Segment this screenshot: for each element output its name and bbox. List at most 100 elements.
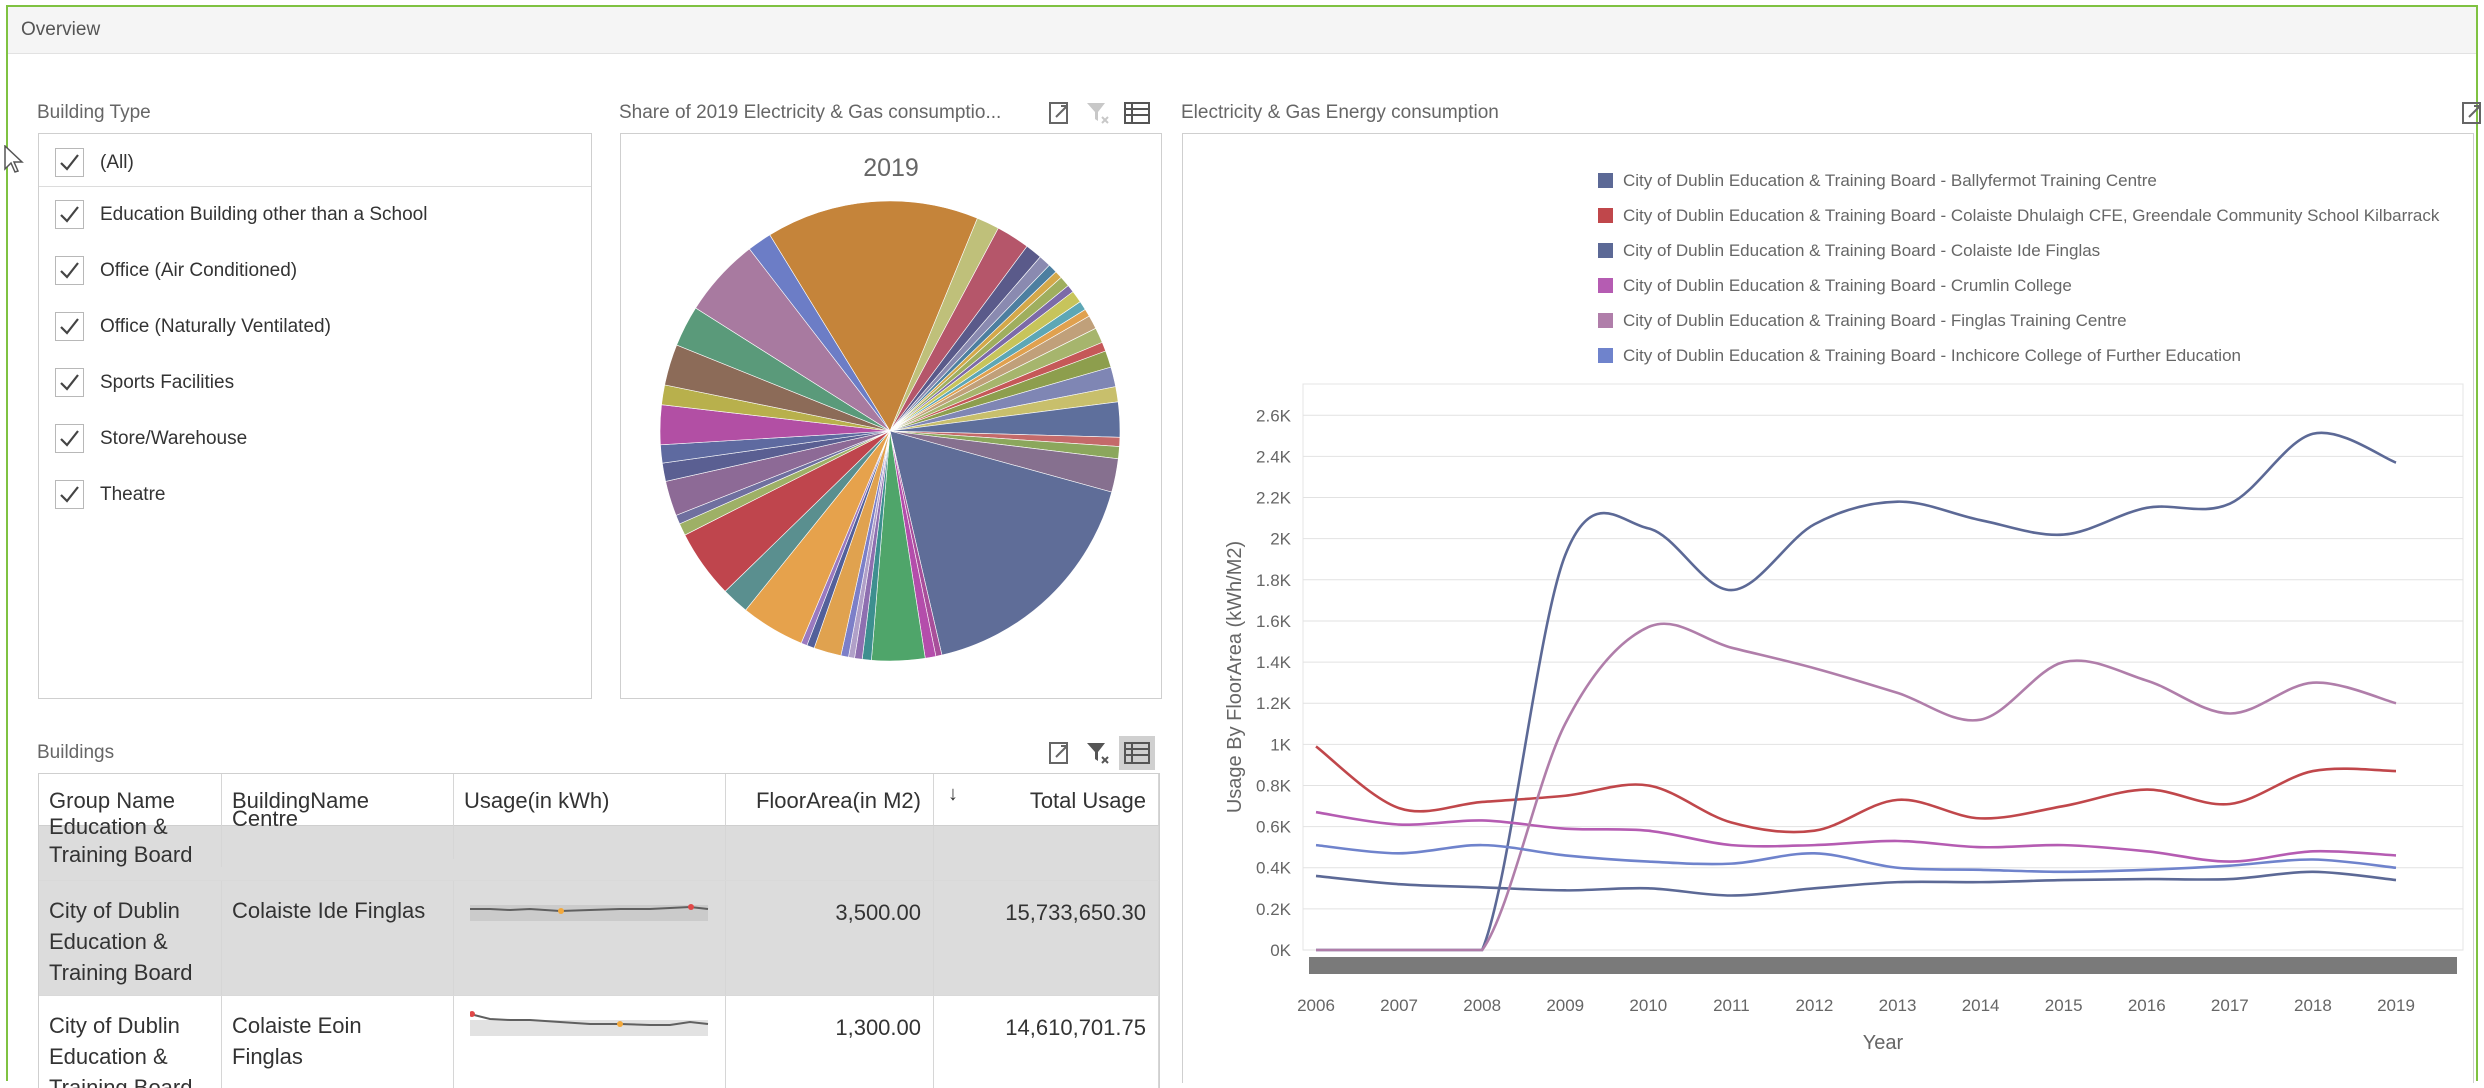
floor-area-cell [726, 826, 934, 880]
checkbox[interactable] [55, 424, 84, 453]
table-row[interactable]: Education & Training Board Centre [39, 805, 1159, 881]
clear-filter-icon[interactable] [1085, 100, 1111, 126]
legend-label: City of Dublin Education & Training Boar… [1623, 276, 2072, 295]
legend-swatch [1598, 243, 1613, 258]
multi-select-icon[interactable] [1124, 100, 1150, 126]
checkbox[interactable] [55, 256, 84, 285]
filter-item-label: Store/Warehouse [100, 428, 248, 449]
check-icon [60, 154, 79, 171]
export-icon[interactable] [1047, 100, 1073, 126]
mouse-cursor-icon [3, 144, 25, 180]
sparkline-min-marker [617, 1021, 623, 1027]
buildings-caption: Buildings [37, 742, 115, 763]
filter-item[interactable]: Store/Warehouse [39, 414, 591, 462]
checkbox[interactable] [55, 148, 84, 177]
sparkline-chart [470, 904, 709, 921]
usage-sparkline [454, 996, 726, 1088]
total-usage-cell: 15,733,650.30 [934, 881, 1159, 995]
x-tick-label: 2009 [1546, 996, 1584, 1015]
legend-label: City of Dublin Education & Training Boar… [1623, 241, 2100, 260]
x-axis-label: Year [1863, 1032, 1904, 1054]
y-tick-label: 1K [1270, 735, 1291, 754]
column-header[interactable]: Total Usage ↓ [934, 774, 1159, 826]
building-name-cell: Centre [222, 805, 454, 859]
sparkline-min-marker [558, 908, 564, 914]
x-scrollbar [1309, 957, 2457, 974]
x-tick-label: 2013 [1879, 996, 1917, 1015]
sparkline-chart [470, 1011, 709, 1036]
table-row[interactable]: City of Dublin Education & Training Boar… [39, 996, 1159, 1088]
floor-area-cell: 3,500.00 [726, 881, 934, 995]
x-tick-label: 2007 [1380, 996, 1418, 1015]
filter-item[interactable]: Theatre [39, 470, 591, 518]
x-tick-label: 2019 [2377, 996, 2415, 1015]
pie-caption: Share of 2019 Electricity & Gas consumpt… [619, 102, 1002, 123]
checkbox[interactable] [55, 368, 84, 397]
y-tick-label: 0K [1270, 941, 1291, 960]
y-tick-label: 1.8K [1256, 571, 1292, 590]
column-header[interactable]: FloorArea(in M2) [726, 774, 934, 826]
title-bar: Overview [8, 7, 2476, 54]
x-tick-label: 2018 [2294, 996, 2332, 1015]
building-type-caption: Building Type [37, 102, 151, 123]
y-tick-label: 2.4K [1256, 447, 1292, 466]
group-name-cell: City of Dublin Education & Training Boar… [39, 996, 222, 1088]
x-tick-label: 2015 [2045, 996, 2083, 1015]
filter-item-label: Education Building other than a School [100, 204, 428, 225]
series-line [1315, 870, 2397, 897]
filter-item[interactable]: Office (Naturally Ventilated) [39, 302, 591, 350]
x-tick-label: 2014 [1962, 996, 2000, 1015]
legend-swatch [1598, 173, 1613, 188]
total-usage-cell [934, 826, 1159, 880]
check-icon [60, 430, 79, 447]
multi-select-icon[interactable] [1119, 736, 1155, 770]
building-type-list[interactable]: (All) Education Building other than a Sch… [38, 133, 592, 699]
filter-item[interactable]: Education Building other than a School [39, 190, 591, 238]
table-row[interactable]: City of Dublin Education & Training Boar… [39, 881, 1159, 996]
filter-item[interactable]: (All) [39, 138, 591, 186]
pie-chart [659, 200, 1121, 662]
sparkline-max-marker [688, 904, 694, 910]
filter-item[interactable]: Sports Facilities [39, 358, 591, 406]
series-line [1316, 431, 2397, 952]
checkbox[interactable] [55, 200, 84, 229]
x-tick-label: 2008 [1463, 996, 1501, 1015]
y-tick-label: 1.2K [1256, 694, 1292, 713]
check-icon [60, 374, 79, 391]
check-icon [60, 318, 79, 335]
sparkline-band [470, 1020, 708, 1036]
export-icon[interactable] [1047, 740, 1073, 766]
dashboard-window: Overview Building Type (All) Education Bu… [6, 5, 2481, 1088]
export-icon[interactable] [2460, 100, 2484, 126]
filter-item[interactable]: Office (Air Conditioned) [39, 246, 591, 294]
column-header[interactable]: Usage(in kWh) [454, 774, 726, 826]
group-name-cell: Education & Training Board [39, 813, 222, 867]
line-chart-panel: City of Dublin Education & Training Boar… [1182, 133, 2474, 1083]
sort-desc-icon: ↓ [948, 783, 958, 805]
x-tick-label: 2012 [1796, 996, 1834, 1015]
buildings-grid[interactable]: Group Name BuildingName Usage(in kWh) Floor… [38, 773, 1160, 1088]
checkbox[interactable] [55, 312, 84, 341]
y-tick-label: 0.6K [1256, 818, 1292, 837]
y-tick-label: 2.2K [1256, 489, 1292, 508]
legend-label: City of Dublin Education & Training Boar… [1623, 311, 2127, 330]
sparkline-max-marker [470, 1011, 475, 1017]
y-tick-label: 2.6K [1256, 406, 1292, 425]
y-tick-label: 2K [1270, 530, 1291, 549]
x-tick-label: 2006 [1297, 996, 1335, 1015]
legend-swatch [1598, 208, 1613, 223]
clear-filter-icon[interactable] [1085, 740, 1111, 766]
usage-sparkline [454, 826, 726, 880]
checkbox[interactable] [55, 480, 84, 509]
line-chart-caption: Electricity & Gas Energy consumption [1181, 102, 1499, 123]
legend-label: City of Dublin Education & Training Boar… [1623, 206, 2440, 225]
usage-sparkline [454, 881, 726, 995]
x-tick-label: 2011 [1713, 996, 1750, 1015]
legend-swatch [1598, 278, 1613, 293]
total-usage-cell: 14,610,701.75 [934, 996, 1159, 1088]
y-tick-label: 1.4K [1256, 653, 1292, 672]
legend-label: City of Dublin Education & Training Boar… [1623, 346, 2241, 365]
filter-item-label: (All) [100, 152, 134, 173]
check-icon [60, 262, 79, 279]
filter-item-label: Sports Facilities [100, 372, 235, 393]
